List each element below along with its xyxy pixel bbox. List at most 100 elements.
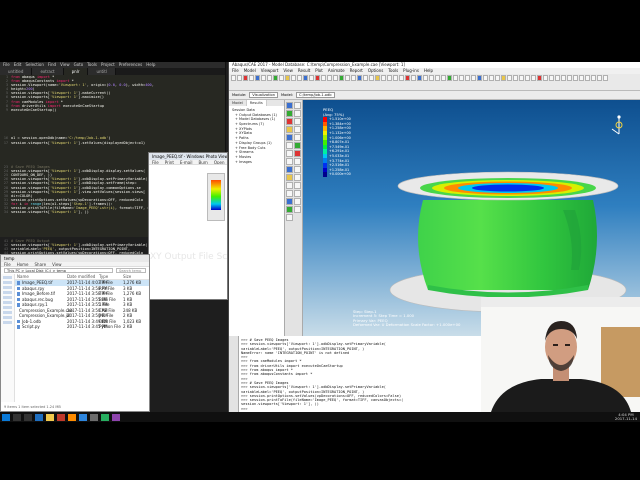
toolbar-button-icon[interactable] (441, 75, 446, 81)
toolbox-tool-icon[interactable] (294, 134, 301, 141)
image-thumbnail[interactable] (207, 173, 225, 221)
abaqus-menu-item[interactable]: Plug-ins (403, 68, 419, 73)
toolbar-button-icon[interactable] (249, 75, 254, 81)
toolbar-button-icon[interactable] (597, 75, 602, 81)
toolbar-button-icon[interactable] (567, 75, 572, 81)
toolbar-button-icon[interactable] (549, 75, 554, 81)
toolbar-button-icon[interactable] (555, 75, 560, 81)
tree-tab[interactable]: Results (246, 100, 267, 106)
toolbox-tool-icon[interactable] (286, 126, 293, 133)
toolbar-button-icon[interactable] (573, 75, 578, 81)
toolbar-button-icon[interactable] (477, 75, 482, 81)
toolbar-button-icon[interactable] (417, 75, 422, 81)
column-header[interactable]: Type (99, 274, 123, 279)
editor-menu-item[interactable]: Find (48, 62, 56, 67)
toolbar-button-icon[interactable] (603, 75, 608, 81)
abaqus-icon[interactable] (79, 413, 87, 421)
toolbar-button-icon[interactable] (519, 75, 524, 81)
toolbar-button-icon[interactable] (303, 75, 308, 81)
toolbar-button-icon[interactable] (231, 75, 236, 81)
abaqus-menu-item[interactable]: Viewport (261, 68, 279, 73)
abaqus-menu-item[interactable]: Model (244, 68, 256, 73)
abaqus-menu-item[interactable]: Animate (328, 68, 345, 73)
app-icon-purple[interactable] (112, 413, 120, 421)
toolbox-tool-icon[interactable] (286, 134, 293, 141)
toolbar-button-icon[interactable] (279, 75, 284, 81)
editor-menu-item[interactable]: File (3, 62, 10, 67)
toolbox-tool-icon[interactable] (286, 198, 293, 205)
toolbar-button-icon[interactable] (315, 75, 320, 81)
toolbar-button-icon[interactable] (423, 75, 428, 81)
toolbox-tool-icon[interactable] (294, 126, 301, 133)
toolbar-button-icon[interactable] (273, 75, 278, 81)
toolbar-button-icon[interactable] (321, 75, 326, 81)
toolbar-button-icon[interactable] (579, 75, 584, 81)
toolbox-tool-icon[interactable] (286, 206, 293, 213)
abaqus-menu-item[interactable]: Options (368, 68, 383, 73)
python-console[interactable]: >>> # Save PEEQ Images >>> session.viewpo… (239, 336, 484, 412)
toolbar-button-icon[interactable] (387, 75, 392, 81)
abaqus-menu-item[interactable]: Report (350, 68, 363, 73)
toolbox-tool-icon[interactable] (286, 190, 293, 197)
toolbar-button-icon[interactable] (327, 75, 332, 81)
toolbox-tool-icon[interactable] (286, 158, 293, 165)
abaqus-menu-item[interactable]: Help (424, 68, 433, 73)
image-viewer-menu-item[interactable]: Print (165, 160, 174, 164)
tree-item[interactable]: + Images (232, 160, 283, 165)
column-header[interactable]: Name (15, 274, 67, 279)
sublime-icon[interactable] (68, 413, 76, 421)
start-button-icon[interactable] (2, 413, 10, 421)
editor-menu-item[interactable]: Help (146, 62, 155, 67)
toolbox-tool-icon[interactable] (294, 158, 301, 165)
toolbox-tool-icon[interactable] (294, 166, 301, 173)
toolbar-button-icon[interactable] (561, 75, 566, 81)
image-viewer-menu-item[interactable]: Burn (198, 160, 207, 164)
abaqus-menu-item[interactable]: Tools (388, 68, 398, 73)
toolbar-button-icon[interactable] (399, 75, 404, 81)
editor-tab[interactable]: extract (32, 68, 64, 75)
editor-menu-item[interactable]: Project (101, 62, 115, 67)
abaqus-menu-item[interactable]: File (232, 68, 239, 73)
module-select[interactable]: Visualization (249, 92, 278, 98)
toolbox-tool-icon[interactable] (286, 166, 293, 173)
toolbar-button-icon[interactable] (543, 75, 548, 81)
editor-menu-item[interactable]: Preferences (119, 62, 143, 67)
toolbar-button-icon[interactable] (513, 75, 518, 81)
toolbar-button-icon[interactable] (393, 75, 398, 81)
toolbar-button-icon[interactable] (261, 75, 266, 81)
toolbox-tool-icon[interactable] (294, 142, 301, 149)
edge-icon[interactable] (35, 413, 43, 421)
toolbar-button-icon[interactable] (501, 75, 506, 81)
system-clock[interactable]: 4:04 PM 2017-11-14 (615, 412, 640, 421)
toolbox-tool-icon[interactable] (294, 174, 301, 181)
toolbox-tool-icon[interactable] (286, 142, 293, 149)
message-tabs[interactable] (229, 336, 239, 412)
toolbar-button-icon[interactable] (531, 75, 536, 81)
toolbox-tool-icon[interactable] (286, 150, 293, 157)
toolbar-button-icon[interactable] (447, 75, 452, 81)
toolbar-button-icon[interactable] (507, 75, 512, 81)
abaqus-menu-item[interactable]: View (283, 68, 293, 73)
toolbar-button-icon[interactable] (369, 75, 374, 81)
file-row[interactable]: Script.py 2017-11-14 3:45 PM Python File 2 … (15, 324, 149, 330)
model-select[interactable]: C:/temp/Job-1.odb (296, 92, 335, 98)
toolbar-button-icon[interactable] (243, 75, 248, 81)
toolbox-tool-icon[interactable] (286, 182, 293, 189)
toolbar-button-icon[interactable] (267, 75, 272, 81)
toolbox-tool-icon[interactable] (286, 174, 293, 181)
toolbar-button-icon[interactable] (471, 75, 476, 81)
toolbar-button-icon[interactable] (285, 75, 290, 81)
tree-tab[interactable]: Model (229, 100, 247, 106)
navigation-pane[interactable] (1, 274, 15, 402)
toolbar-button-icon[interactable] (255, 75, 260, 81)
toolbar-button-icon[interactable] (291, 75, 296, 81)
task-view-icon[interactable] (24, 413, 32, 421)
toolbar-button-icon[interactable] (429, 75, 434, 81)
search-icon[interactable] (13, 413, 21, 421)
toolbox-tool-icon[interactable] (286, 118, 293, 125)
toolbar-button-icon[interactable] (297, 75, 302, 81)
editor-menu-item[interactable]: Tools (87, 62, 97, 67)
column-header[interactable]: Size (123, 274, 143, 279)
toolbar-button-icon[interactable] (489, 75, 494, 81)
toolbox-tool-icon[interactable] (294, 182, 301, 189)
